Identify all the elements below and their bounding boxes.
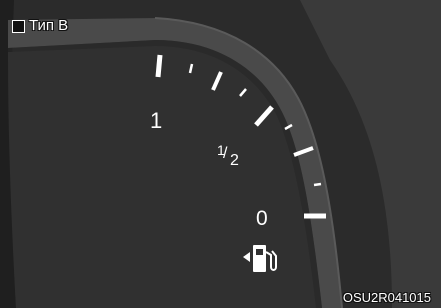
tick-major-full [155, 54, 163, 78]
type-b-text: Тип B [29, 17, 69, 34]
gauge-empty-label: 0 [256, 207, 268, 230]
reference-code: OSU2R041015 [342, 290, 431, 305]
square-bullet-icon [12, 19, 25, 33]
gauge-half-denominator: 2 [230, 152, 239, 169]
fuel-gauge-illustration: Тип B 1 1 / 2 0 OSU2R041015 [0, 0, 441, 308]
gauge-full-label: 1 [150, 108, 163, 133]
type-b-label: Тип B [12, 18, 68, 34]
tick-minor-4 [313, 182, 322, 187]
gauge-half-slash: / [223, 145, 228, 162]
